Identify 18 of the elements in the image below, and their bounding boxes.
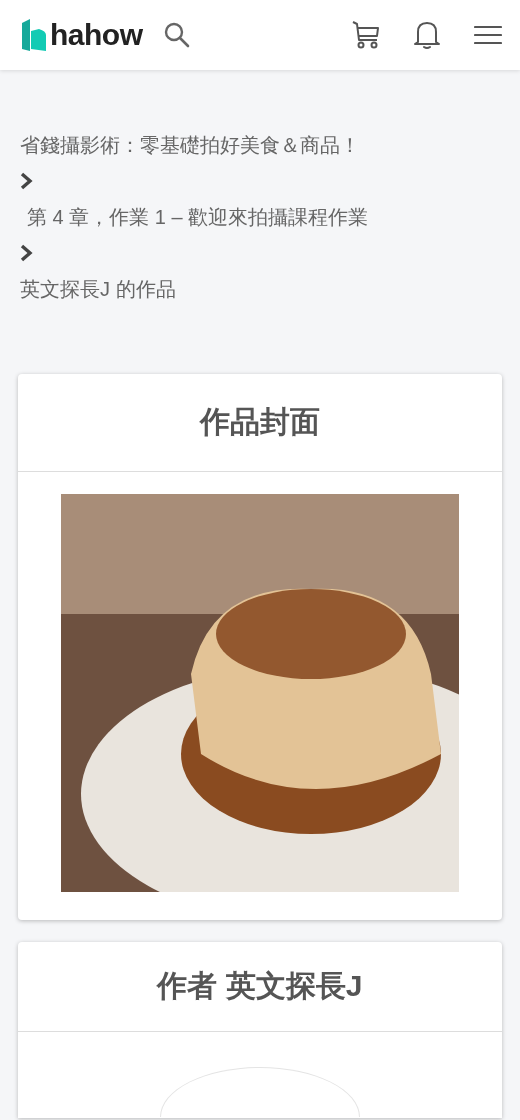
search-button[interactable] — [162, 21, 191, 49]
card-title: 作品封面 — [200, 404, 320, 440]
card-title: 作者 英文探長J — [157, 968, 363, 1004]
notification-button[interactable] — [414, 20, 440, 50]
menu-button[interactable] — [474, 25, 502, 45]
menu-icon — [474, 25, 502, 45]
logo-text: hahow — [50, 18, 143, 52]
chevron-right-icon — [20, 171, 34, 191]
bell-icon — [414, 20, 440, 50]
chevron-right-icon — [20, 243, 34, 263]
search-icon — [162, 21, 191, 49]
breadcrumb-link[interactable]: 第 4 章，作業 1 – 歡迎來拍攝課程作業 — [20, 198, 500, 236]
logo-link[interactable]: hahow — [22, 18, 143, 52]
breadcrumb-link[interactable]: 省錢攝影術：零基礎拍好美食＆商品！ — [20, 126, 500, 164]
cart-icon — [352, 20, 380, 50]
logo-icon — [22, 19, 46, 51]
current-page-label: 英文探長J 的作品 — [20, 277, 177, 302]
cart-button[interactable] — [352, 20, 380, 50]
